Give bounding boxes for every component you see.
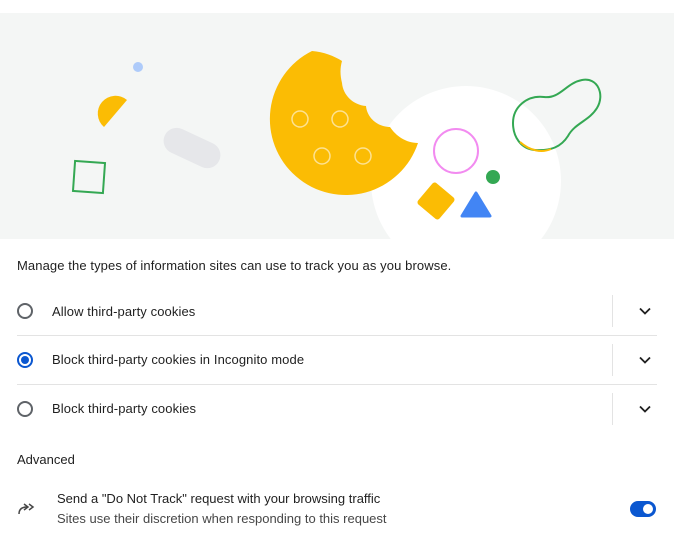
- block-third-party-radio[interactable]: [17, 400, 33, 417]
- row-separator: [612, 295, 613, 327]
- blue-dot-shape: [133, 62, 143, 72]
- do-not-track-title: Send a "Do Not Track" request with your …: [57, 491, 381, 506]
- row-separator: [612, 343, 613, 376]
- option-block-incognito[interactable]: Block third-party cookies in Incognito m…: [17, 335, 657, 383]
- do-not-track-subtitle: Sites use their discretion when respondi…: [57, 511, 387, 526]
- advanced-heading: Advanced: [17, 452, 75, 467]
- option-label: Block third-party cookies in Incognito m…: [52, 352, 305, 367]
- description-text: Manage the types of information sites ca…: [17, 258, 452, 273]
- option-allow-third-party[interactable]: Allow third-party cookies: [17, 287, 657, 335]
- do-not-track-toggle[interactable]: [630, 501, 656, 517]
- block-incognito-radio[interactable]: [17, 351, 33, 368]
- chevron-down-icon[interactable]: [635, 301, 655, 321]
- cookie-illustration: [0, 13, 674, 239]
- redirect-arrow-icon: [17, 499, 37, 519]
- chevron-down-icon[interactable]: [635, 350, 655, 370]
- gray-pill-shape: [163, 127, 221, 169]
- option-label: Allow third-party cookies: [52, 303, 196, 319]
- row-separator: [612, 392, 613, 425]
- yellow-half-circle-shape: [97, 95, 127, 127]
- option-block-third-party[interactable]: Block third-party cookies: [17, 384, 657, 432]
- green-dot-shape: [486, 170, 500, 184]
- do-not-track-text: Send a "Do Not Track" request with your …: [57, 489, 630, 529]
- allow-third-party-radio[interactable]: [17, 303, 33, 319]
- chevron-down-icon[interactable]: [635, 399, 655, 419]
- option-label: Block third-party cookies: [52, 401, 197, 416]
- toggle-knob: [643, 504, 653, 514]
- green-square-shape: [71, 159, 107, 195]
- do-not-track-row[interactable]: Send a "Do Not Track" request with your …: [17, 484, 657, 534]
